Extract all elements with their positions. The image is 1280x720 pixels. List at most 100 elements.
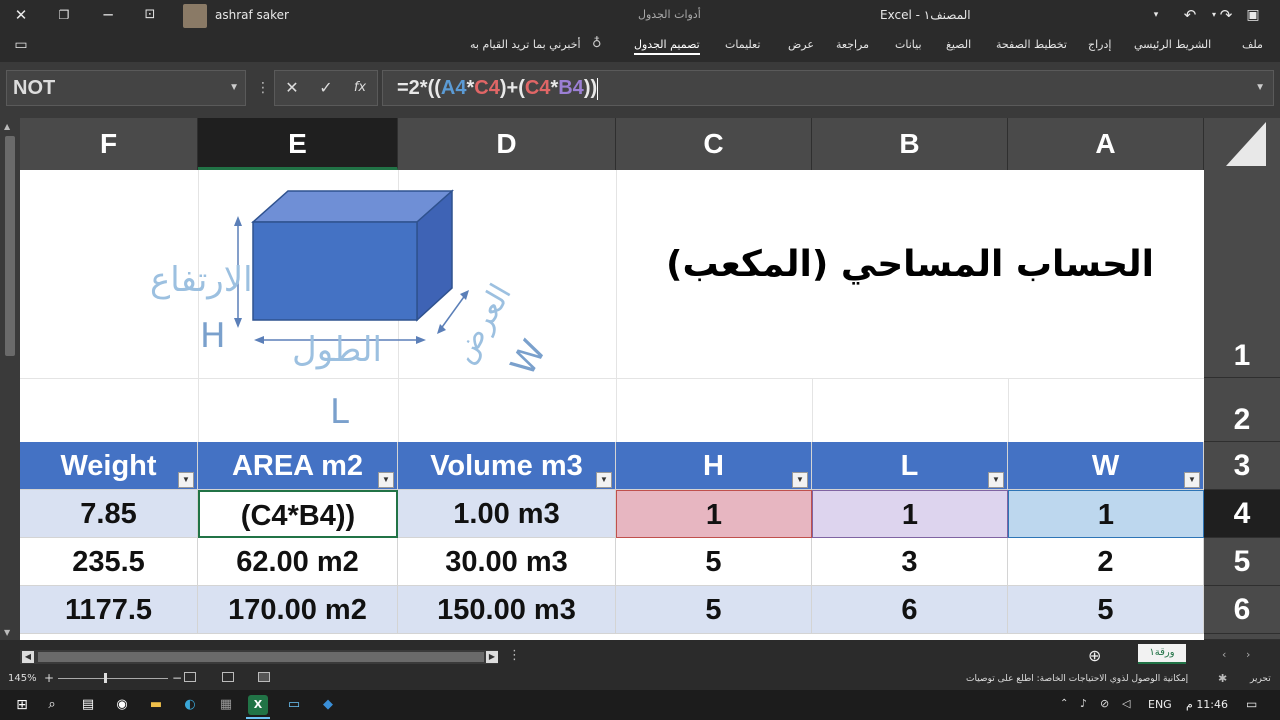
user-name[interactable]: ashraf saker: [215, 8, 289, 22]
column-header-a[interactable]: A: [1008, 118, 1204, 170]
table-cell[interactable]: 170.00 m2: [198, 586, 398, 634]
name-box[interactable]: NOT ▼: [6, 70, 246, 106]
zoom-slider[interactable]: [58, 678, 168, 679]
microphone-icon[interactable]: ♪: [1080, 697, 1087, 710]
row-header-1[interactable]: 1: [1204, 170, 1280, 378]
cancel-icon[interactable]: ✕: [277, 71, 307, 105]
close-icon[interactable]: ✕: [11, 6, 31, 24]
table-cell[interactable]: 235.5: [20, 538, 198, 586]
restore-icon[interactable]: ❐: [54, 6, 74, 24]
page-layout-view-icon[interactable]: [222, 672, 234, 682]
column-header-e[interactable]: E: [198, 118, 398, 170]
volume-icon[interactable]: ◁: [1122, 697, 1130, 710]
table-cell[interactable]: 7.85: [20, 490, 198, 538]
tab-data[interactable]: بيانات: [895, 38, 922, 51]
scroll-left-icon[interactable]: ◀: [22, 651, 34, 663]
filter-dropdown-icon[interactable]: ▼: [1184, 472, 1200, 488]
table-cell[interactable]: 30.00 m3: [398, 538, 616, 586]
column-header-b[interactable]: B: [812, 118, 1008, 170]
sheet-tab[interactable]: ورقة١: [1138, 644, 1186, 664]
select-all-button[interactable]: [1204, 118, 1280, 170]
table-cell[interactable]: 6: [812, 586, 1008, 634]
tab-insert[interactable]: إدراج: [1088, 38, 1111, 51]
save-icon[interactable]: ▣: [1243, 6, 1263, 24]
normal-view-icon[interactable]: [258, 672, 270, 682]
row-header-6[interactable]: 6: [1204, 586, 1280, 634]
scroll-thumb[interactable]: [5, 136, 15, 356]
row-header-4[interactable]: 4: [1204, 490, 1280, 538]
comments-icon[interactable]: ▭: [11, 36, 31, 54]
tab-formulas[interactable]: الصيغ: [946, 38, 971, 51]
search-icon[interactable]: ⌕: [42, 695, 62, 715]
page-break-view-icon[interactable]: [184, 672, 196, 682]
table-cell[interactable]: 3: [812, 538, 1008, 586]
active-cell-editing[interactable]: (C4*B4)): [198, 490, 398, 538]
row-header-5[interactable]: 5: [1204, 538, 1280, 586]
chevron-down-icon[interactable]: ▼: [229, 71, 239, 105]
tab-view[interactable]: عرض: [788, 38, 814, 51]
table-header-weight[interactable]: Weight ▼: [20, 442, 198, 490]
undo-icon[interactable]: ↶: [1180, 6, 1200, 24]
clock[interactable]: 11:46 م: [1186, 698, 1228, 711]
prev-sheet-icon[interactable]: ‹: [1222, 648, 1226, 661]
chrome-icon[interactable]: ◉: [112, 695, 132, 715]
customize-qat-icon[interactable]: ▾: [1146, 6, 1166, 24]
tab-file[interactable]: ملف: [1242, 38, 1263, 51]
column-header-f[interactable]: F: [20, 118, 198, 170]
table-header-h[interactable]: H ▼: [616, 442, 812, 490]
zoom-out-icon[interactable]: −: [172, 671, 182, 685]
scroll-down-icon[interactable]: ▼: [4, 628, 16, 638]
tab-home[interactable]: الشريط الرئيسي: [1134, 38, 1211, 51]
notifications-icon[interactable]: ▭: [1246, 697, 1257, 711]
enter-icon[interactable]: ✓: [311, 71, 341, 105]
avatar[interactable]: [183, 4, 207, 28]
zoom-in-icon[interactable]: +: [44, 671, 54, 685]
scroll-right-icon[interactable]: ▶: [486, 651, 498, 663]
input-language[interactable]: ENG: [1148, 698, 1172, 711]
redo-icon[interactable]: ↷: [1216, 6, 1236, 24]
windows-start-icon[interactable]: ⊞: [12, 695, 32, 715]
zoom-level[interactable]: 145%: [8, 673, 37, 684]
table-cell[interactable]: 5: [1008, 586, 1204, 634]
filter-dropdown-icon[interactable]: ▼: [378, 472, 394, 488]
table-cell[interactable]: 150.00 m3: [398, 586, 616, 634]
store-icon[interactable]: ▦: [216, 695, 236, 715]
referenced-cell-a4[interactable]: 1: [1008, 490, 1204, 538]
filter-dropdown-icon[interactable]: ▼: [178, 472, 194, 488]
tell-me-box[interactable]: أخبرني بما تريد القيام به: [470, 38, 581, 51]
task-view-icon[interactable]: ▤: [78, 695, 98, 715]
table-header-l[interactable]: L ▼: [812, 442, 1008, 490]
tab-help[interactable]: تعليمات: [725, 38, 760, 51]
column-header-c[interactable]: C: [616, 118, 812, 170]
vertical-scrollbar[interactable]: ▲ ▼: [0, 116, 20, 640]
zoom-slider-thumb[interactable]: [104, 673, 107, 683]
filter-dropdown-icon[interactable]: ▼: [988, 472, 1004, 488]
network-icon[interactable]: ⊘: [1100, 697, 1109, 710]
horizontal-scrollbar[interactable]: ◀ ▶: [20, 650, 498, 664]
more-icon[interactable]: ⋮: [508, 648, 521, 663]
ribbon-display-icon[interactable]: ⊡: [140, 6, 160, 24]
minimize-icon[interactable]: ─: [98, 6, 118, 24]
expand-formula-icon[interactable]: ▼: [1255, 71, 1265, 105]
table-cell[interactable]: 1.00 m3: [398, 490, 616, 538]
more-icon[interactable]: ⋮: [256, 80, 270, 96]
row-header-2[interactable]: 2: [1204, 378, 1280, 442]
mail-icon[interactable]: ▭: [284, 695, 304, 715]
add-sheet-icon[interactable]: ⊕: [1088, 646, 1101, 665]
table-cell[interactable]: 62.00 m2: [198, 538, 398, 586]
worksheet[interactable]: ▲ ▼ F E D C B A 1 2 3 4 5 6 الحساب المسا…: [0, 116, 1280, 640]
excel-taskbar-icon[interactable]: X: [248, 695, 268, 715]
tab-table-design[interactable]: تصميم الجدول: [634, 38, 700, 55]
table-header-area[interactable]: AREA m2 ▼: [198, 442, 398, 490]
table-header-w[interactable]: W ▼: [1008, 442, 1204, 490]
show-hidden-icons[interactable]: ⌃: [1060, 698, 1068, 709]
accessibility-status[interactable]: إمكانية الوصول لذوي الاحتياجات الخاصة: ا…: [966, 674, 1188, 684]
next-sheet-icon[interactable]: ›: [1246, 648, 1250, 661]
referenced-cell-b4[interactable]: 1: [812, 490, 1008, 538]
filter-dropdown-icon[interactable]: ▼: [792, 472, 808, 488]
h-scroll-thumb[interactable]: [38, 652, 484, 662]
column-header-d[interactable]: D: [398, 118, 616, 170]
table-cell[interactable]: 1177.5: [20, 586, 198, 634]
row-header-3[interactable]: 3: [1204, 442, 1280, 490]
table-header-volume[interactable]: Volume m3 ▼: [398, 442, 616, 490]
